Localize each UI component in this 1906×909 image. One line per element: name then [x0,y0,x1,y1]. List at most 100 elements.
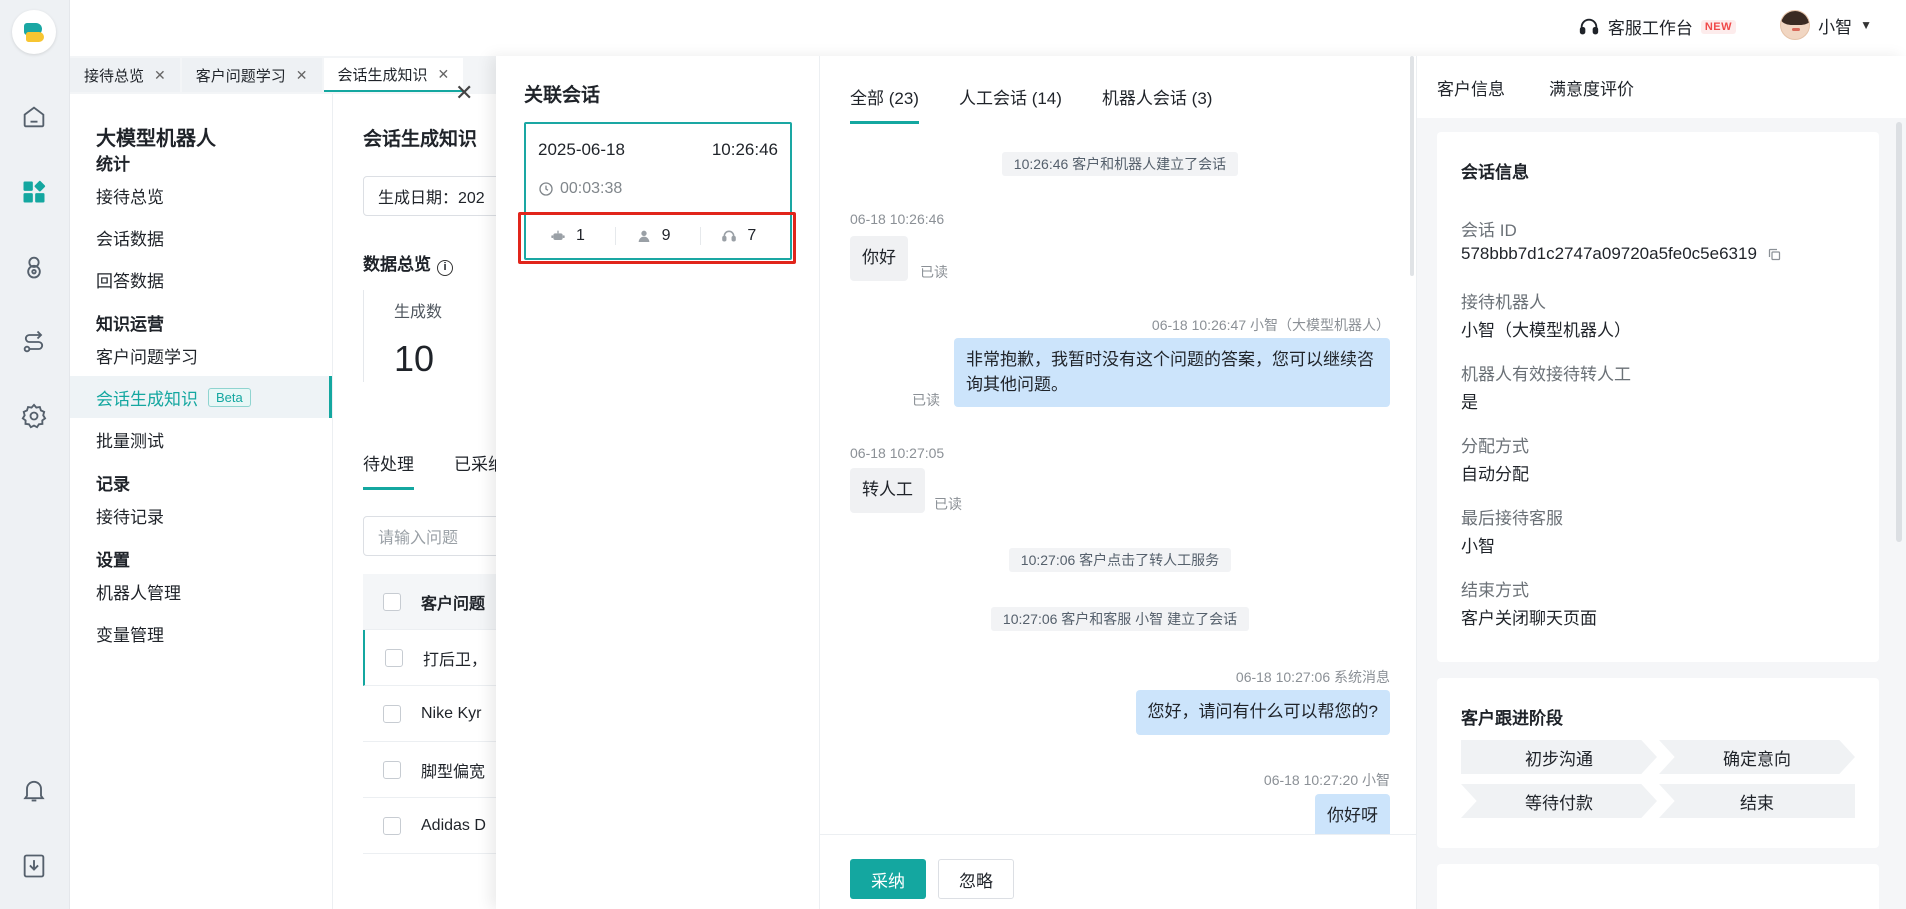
stage-end[interactable]: 结束 [1659,784,1855,818]
sidebar-item-answer-data[interactable]: 回答数据 [70,258,332,300]
stat-label: 生成数 [394,304,443,321]
sidebar-item-reception-records[interactable]: 接待记录 [70,494,332,536]
home-icon[interactable] [20,103,48,131]
route-icon[interactable] [20,328,48,356]
page-tabs: 接待总览 ✕ 客户问题学习 ✕ 会话生成知识 ✕ [70,58,465,92]
row-text: 打后卫， [423,651,488,669]
table-row[interactable]: 脚型偏宽 [363,742,496,798]
stage-awaiting-payment[interactable]: 等待付款 [1461,784,1657,818]
tab-robot-sessions[interactable]: 机器人会话 (3) [1102,84,1213,124]
table-row[interactable]: 打后卫， [363,630,496,686]
tab-customer-info[interactable]: 客户信息 [1437,75,1505,100]
close-icon[interactable]: ✕ [296,67,308,84]
row-checkbox[interactable] [385,648,403,667]
dashboard-icon[interactable] [20,178,48,206]
app-logo[interactable] [12,10,56,54]
chat-footer: 采纳 忽略 [820,834,1416,909]
read-status: 已读 [912,392,940,408]
message-meta: 06-18 10:27:20 小智 [1263,772,1390,788]
sidebar-item-robot-management[interactable]: 机器人管理 [70,570,332,612]
tab-question-learning[interactable]: 客户问题学习 ✕ [181,58,322,92]
info-scrollbar[interactable] [1896,122,1902,542]
tab-session-knowledge[interactable]: 会话生成知识 ✕ [323,58,464,92]
settings-icon[interactable] [20,402,48,430]
sidebar-item-batch-test[interactable]: 批量测试 [70,418,332,460]
message-meta: 06-18 10:27:06 系统消息 [1235,669,1390,685]
follow-up-stage-card: 客户跟进阶段 初步沟通 确定意向 等待付款 结束 [1437,678,1879,848]
sidebar-item-session-knowledge[interactable]: 会话生成知识 Beta [70,376,332,418]
search-input[interactable]: 请输入问题 [363,516,496,556]
message-meta: 06-18 10:26:47 小智（大模型机器人） [1151,317,1390,333]
system-notice: 10:27:06 客户和客服 小智 建立了会话 [850,607,1390,631]
row-checkbox[interactable] [383,760,401,779]
sidebar-item-session-data[interactable]: 会话数据 [70,216,332,258]
tab-all[interactable]: 全部 (23) [850,84,919,124]
new-badge: NEW [1700,19,1736,34]
tab-human-sessions[interactable]: 人工会话 (14) [959,84,1062,124]
sidebar-item-label: 客户问题学习 [96,347,198,367]
field-label: 分配方式 [1461,437,1529,456]
related-sessions-title: 关联会话 [524,85,601,106]
tab-reception-overview[interactable]: 接待总览 ✕ [70,58,180,92]
system-notice: 10:27:06 客户点击了转人工服务 [850,548,1390,572]
table-header: 客户问题 [363,574,496,630]
download-icon[interactable] [20,852,48,880]
read-status: 已读 [934,496,962,512]
workbench-label: 客服工作台 [1607,19,1693,38]
field-value: 小智（大模型机器人） [1461,321,1631,340]
close-drawer-icon[interactable]: ✕ [455,80,473,106]
copy-icon[interactable] [1767,247,1782,262]
info-icon[interactable]: i [437,260,453,276]
customer-message: 你好 [850,236,908,281]
row-text: 脚型偏宽 [421,763,486,781]
ignore-button[interactable]: 忽略 [938,859,1014,899]
info-card [1437,864,1879,909]
bell-icon[interactable] [20,776,48,804]
close-icon[interactable]: ✕ [154,67,166,84]
session-detail-drawer: 关联会话 2025-06-18 10:26:46 00:03:38 1 9 7 … [496,56,1906,909]
adopt-button[interactable]: 采纳 [850,859,926,899]
related-sessions-panel: 关联会话 2025-06-18 10:26:46 00:03:38 1 9 7 [496,56,820,909]
robot-icon[interactable] [20,253,48,281]
close-icon[interactable]: ✕ [438,66,450,83]
select-all-checkbox[interactable] [383,592,401,611]
stage-initial-contact[interactable]: 初步沟通 [1461,740,1657,774]
tab-adopted[interactable]: 已采纳 [454,450,496,490]
session-duration: 00:03:38 [538,180,622,198]
sidebar-item-label: 机器人管理 [96,583,181,603]
field-value: 客户关闭聊天页面 [1461,609,1597,628]
sidebar-item-question-learning[interactable]: 客户问题学习 [70,334,332,376]
sidebar-item-variable-management[interactable]: 变量管理 [70,612,332,654]
top-bar: 客服工作台 NEW 小智 ▼ [70,0,1906,56]
agent-message: 你好呀 [1315,794,1390,839]
workbench-link[interactable]: 客服工作台 NEW [1578,14,1736,39]
icon-rail [0,0,70,909]
avatar [1780,10,1811,40]
customer-message: 转人工 [850,468,925,513]
field-value: 小智 [1461,537,1495,556]
row-text: Adidas D [421,816,486,834]
tab-satisfaction[interactable]: 满意度评价 [1549,75,1634,100]
row-checkbox[interactable] [383,816,401,835]
date-filter[interactable]: 生成日期：202 [363,176,496,216]
page-title: 会话生成知识 [363,129,478,150]
chat-scrollbar[interactable] [1410,56,1414,276]
nav-section-stats: 统计 [96,155,130,174]
sidebar-item-label: 接待总览 [96,187,164,207]
field-value: 是 [1461,393,1478,412]
table-row[interactable]: Nike Kyr [363,686,496,742]
info-panel: 客户信息 满意度评价 会话信息 会话 ID 578bbb7d1c2747a097… [1416,56,1906,909]
sidebar-item-reception-overview[interactable]: 接待总览 [70,174,332,216]
tab-label: 会话生成知识 [337,66,428,84]
field-label: 接待机器人 [1461,293,1546,312]
user-menu[interactable]: 小智 ▼ [1780,10,1872,40]
nav-section-knowledge: 知识运营 [96,315,164,334]
row-checkbox[interactable] [383,704,401,723]
field-label: 机器人有效接待转人工 [1461,365,1631,384]
sidebar-item-label: 批量测试 [96,431,164,451]
table-row[interactable]: Adidas D [363,798,496,854]
sidebar-nav: 大模型机器人 统计 接待总览 会话数据 回答数据 知识运营 客户问题学习 会话生… [70,94,332,909]
tab-pending[interactable]: 待处理 [363,450,414,490]
sidebar-item-label: 会话生成知识 [96,389,198,409]
stage-confirm-intent[interactable]: 确定意向 [1659,740,1855,774]
